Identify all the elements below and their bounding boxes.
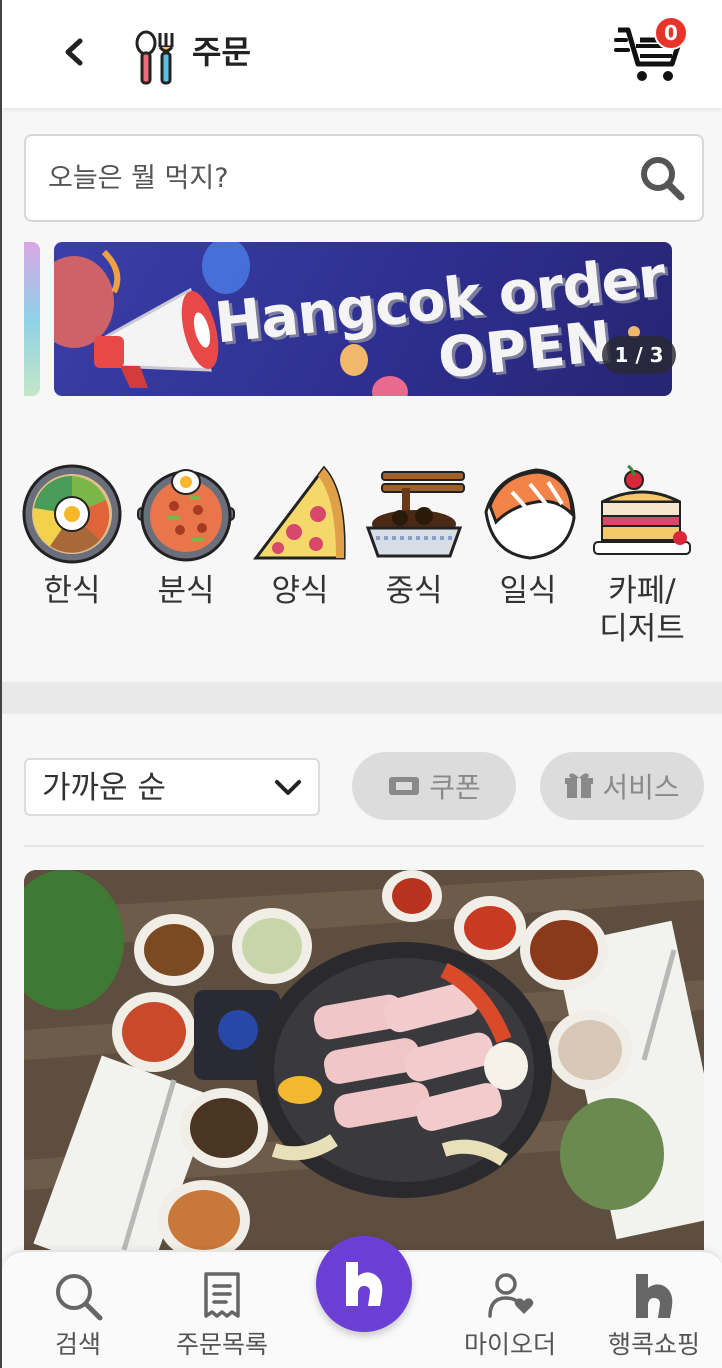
cake-icon <box>593 464 691 555</box>
banner-page-indicator: 1 / 3 <box>602 336 676 374</box>
category-label: 중식 <box>385 573 443 609</box>
nav-search[interactable]: 검색 <box>8 1270 148 1360</box>
promo-banner[interactable]: Hangcok order OPEN <box>54 242 672 396</box>
search-icon <box>56 1274 103 1321</box>
category-cafe-dessert[interactable]: 카페/ 디저트 <box>586 462 698 648</box>
section-divider <box>2 682 722 714</box>
ticket-icon <box>389 777 420 795</box>
banner-previous-slide[interactable] <box>24 242 40 396</box>
receipt-icon <box>204 1272 240 1318</box>
cart-count-badge: 0 <box>654 16 688 50</box>
category-western[interactable]: 양식 <box>244 462 356 610</box>
search-icon[interactable] <box>638 154 686 202</box>
home-button[interactable] <box>316 1236 412 1332</box>
nav-orders-label: 주문목록 <box>175 1330 268 1359</box>
page-title: 주문 <box>192 33 251 71</box>
category-label: 일식 <box>499 573 557 609</box>
nav-shopping[interactable]: 행콕쇼핑 <box>584 1270 722 1360</box>
nav-my-order-label: 마이오더 <box>463 1330 556 1359</box>
category-label: 분식 <box>157 573 215 609</box>
service-filter-button[interactable]: 서비스 <box>540 752 704 820</box>
noodles-icon <box>365 471 465 558</box>
service-label: 서비스 <box>602 771 680 804</box>
header: 주문 0 <box>2 0 722 108</box>
coupon-label: 쿠폰 <box>429 771 481 804</box>
chevron-left-icon <box>65 38 83 66</box>
category-japanese[interactable]: 일식 <box>472 462 584 610</box>
tteokbokki-icon <box>137 469 235 562</box>
search-bar[interactable] <box>24 134 704 222</box>
nav-shopping-label: 행콕쇼핑 <box>607 1330 700 1359</box>
category-snack[interactable]: 분식 <box>130 462 242 610</box>
hangcok-shop-icon <box>636 1274 673 1318</box>
chevron-down-icon <box>275 780 301 795</box>
category-chinese[interactable]: 중식 <box>358 462 470 610</box>
category-label: 카페/ 디저트 <box>599 573 685 647</box>
gift-icon <box>565 773 594 798</box>
app-page: 주문 0 오늘은 뭘 먹지? Hangcok order OPEN 1 / 3 … <box>0 0 722 1368</box>
bibimbap-icon <box>22 464 122 564</box>
back-button[interactable] <box>52 30 96 74</box>
restaurant-card-image[interactable] <box>24 870 704 1270</box>
category-label: 한식 <box>43 573 101 609</box>
category-list: 한식 분식 양식 중식 일식 카페/ 디저트 <box>16 462 716 652</box>
food-photo <box>24 870 704 1270</box>
hangcok-logo-icon <box>346 1262 383 1306</box>
nav-search-label: 검색 <box>54 1330 101 1359</box>
sort-selected-value: 가까운 순 <box>42 770 166 806</box>
user-heart-icon <box>488 1273 534 1318</box>
nav-orders[interactable]: 주문목록 <box>152 1270 292 1360</box>
coupon-filter-button[interactable]: 쿠폰 <box>352 752 516 820</box>
category-label: 양식 <box>271 573 329 609</box>
filter-divider <box>24 845 704 847</box>
search-input[interactable] <box>48 154 608 202</box>
pizza-icon <box>252 465 346 560</box>
sushi-icon <box>484 468 576 560</box>
category-korean[interactable]: 한식 <box>16 462 128 610</box>
nav-my-order[interactable]: 마이오더 <box>440 1270 580 1360</box>
sort-dropdown[interactable]: 가까운 순 <box>24 758 320 816</box>
utensils-logo-icon <box>135 30 174 85</box>
